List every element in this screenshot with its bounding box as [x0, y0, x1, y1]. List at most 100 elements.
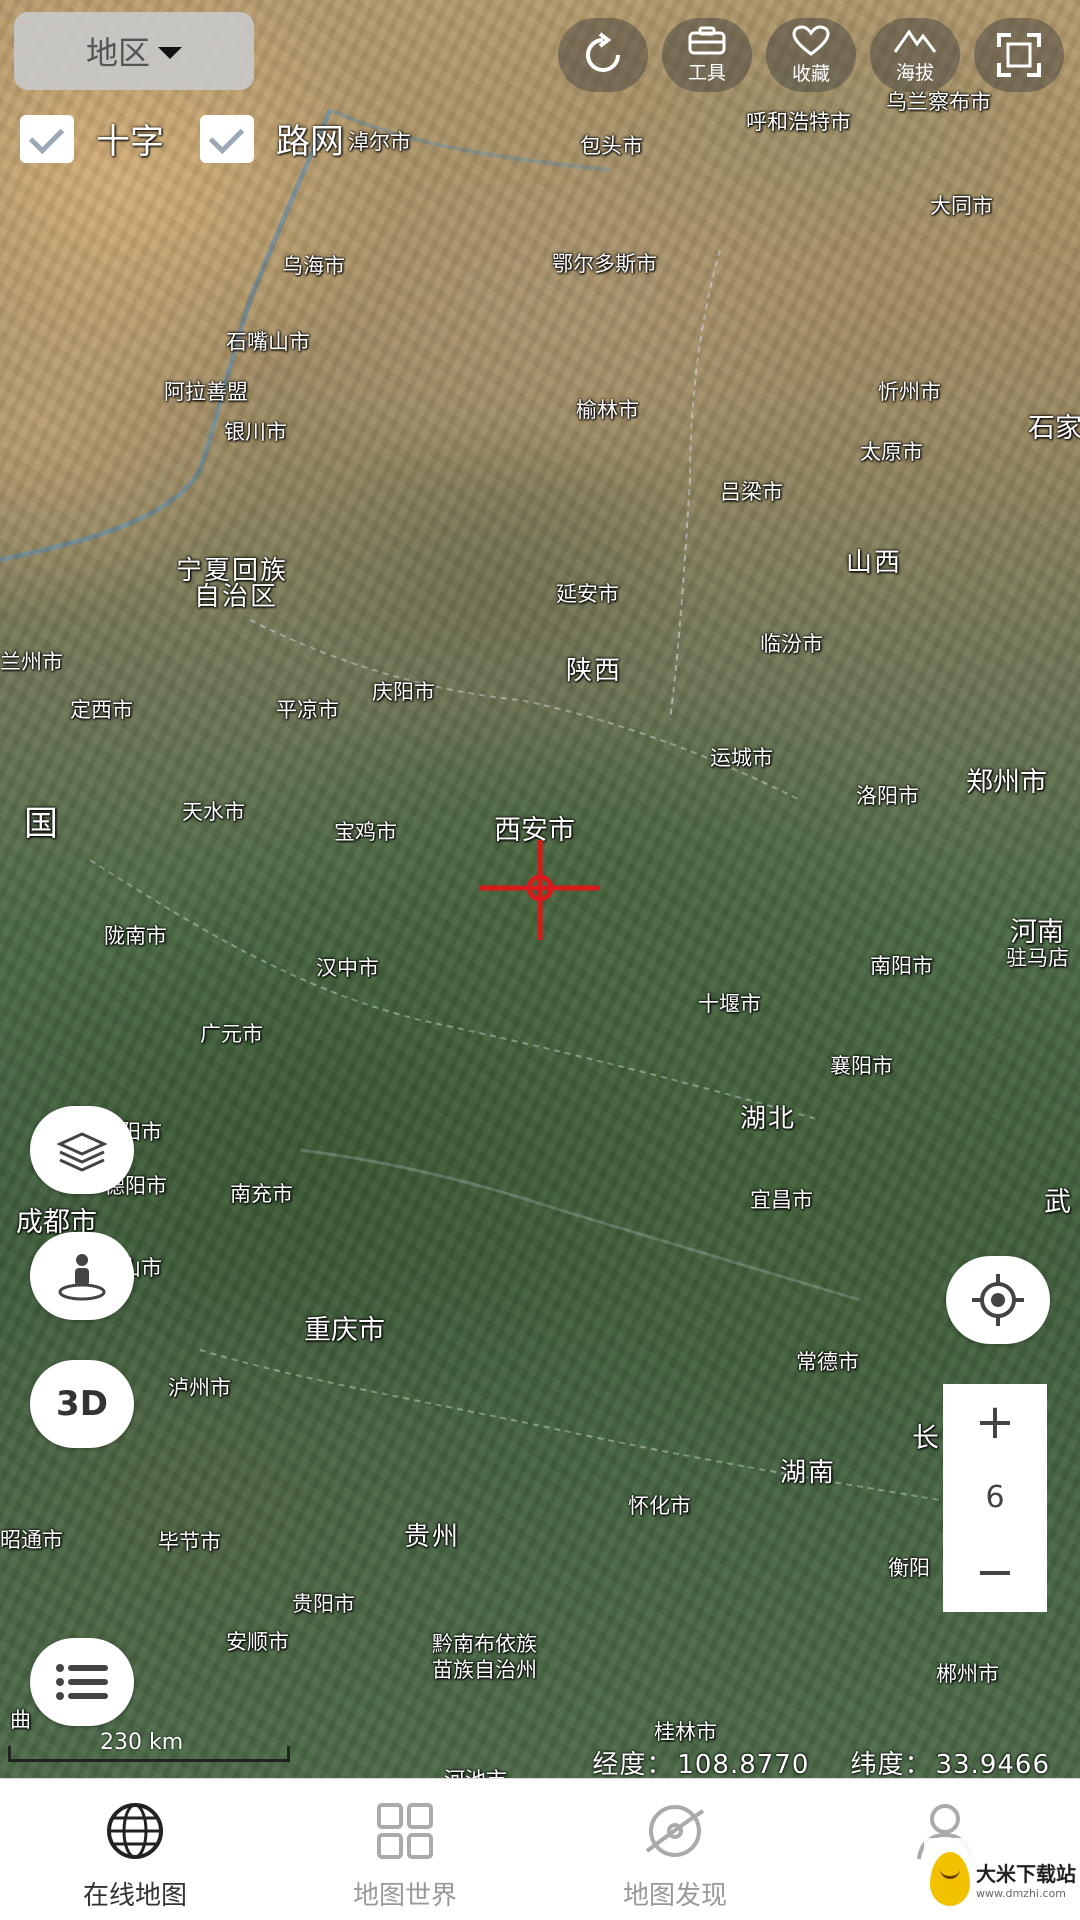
locate-button[interactable] — [946, 1256, 1050, 1344]
nav-online-map-label: 在线地图 — [82, 1881, 187, 1911]
locate-icon — [972, 1274, 1024, 1326]
zoom-level: 6 — [985, 1479, 1005, 1515]
map-label: 吕梁市 — [720, 480, 783, 504]
refresh-button[interactable] — [558, 18, 648, 92]
map-label: 十堰市 — [698, 992, 761, 1016]
crosshair-marker — [480, 840, 600, 940]
heart-icon — [792, 24, 830, 56]
map-label: 临汾市 — [760, 632, 823, 656]
crosshair-toggle-label: 十字 — [96, 122, 164, 162]
map-label: 广元市 — [200, 1022, 263, 1046]
map-label: 贵州 — [404, 1522, 461, 1552]
favorites-button[interactable]: 收藏 — [766, 18, 856, 92]
map-label: 庆阳市 — [372, 680, 435, 704]
map-label: 乌海市 — [282, 254, 345, 278]
map-label: 驻马店 — [1006, 946, 1069, 970]
tools-button-label: 工具 — [687, 61, 726, 84]
map-label: 宝鸡市 — [334, 820, 397, 844]
grid-icon — [377, 1803, 433, 1859]
map-label: 国 — [24, 804, 58, 844]
map-label: 呼和浩特市 — [746, 110, 851, 134]
map-label: 淖尔市 — [348, 130, 411, 154]
map-label: 衡阳 — [888, 1556, 930, 1580]
3d-view-button[interactable]: 3D — [30, 1360, 134, 1448]
mountain-icon — [893, 28, 937, 53]
map-label: 河池市 — [444, 1764, 507, 1778]
menu-button[interactable] — [30, 1638, 134, 1726]
map-label: 天水市 — [182, 800, 245, 824]
map-label: 南阳市 — [870, 954, 933, 978]
map-label: 安顺市 — [226, 1630, 289, 1654]
longitude-value: 108.8770 — [677, 1750, 810, 1780]
road-network-checkbox[interactable] — [200, 114, 254, 163]
map-label: 长 — [912, 1423, 939, 1454]
region-dropdown[interactable]: 地区 — [14, 12, 254, 90]
map-label: 苗族自治州 — [432, 1658, 537, 1682]
layers-button[interactable] — [30, 1106, 134, 1194]
region-label: 地区 — [85, 34, 150, 72]
map-label: 洛阳市 — [856, 784, 919, 808]
caret-down-icon — [158, 47, 182, 59]
map-label: 毕节市 — [158, 1530, 221, 1554]
longitude-label: 经度： — [592, 1750, 674, 1780]
map-label: 汉中市 — [316, 956, 379, 980]
map-label: 自治区 — [194, 582, 279, 612]
elevation-button-label: 海拔 — [895, 61, 934, 84]
map-label: 运城市 — [710, 746, 773, 770]
map-label: 桂林市 — [654, 1720, 717, 1744]
street-view-button[interactable] — [30, 1232, 134, 1320]
compass-icon — [645, 1805, 705, 1857]
bottom-navigation: 在线地图 地图世界 地图发现 个 — [0, 1778, 1080, 1920]
map-label: 陇南市 — [104, 924, 167, 948]
map-label: 榆林市 — [576, 398, 639, 422]
map-label: 湖南 — [780, 1458, 837, 1488]
crosshair-toggle[interactable]: 十字 — [20, 114, 164, 163]
fullscreen-button[interactable] — [974, 18, 1064, 92]
layers-icon — [56, 1132, 108, 1172]
map-label: 武 — [1044, 1187, 1071, 1218]
map-label: 昭通市 — [0, 1528, 63, 1552]
zoom-in-button[interactable]: + — [975, 1396, 1015, 1448]
scale-bar: 230 km — [8, 1728, 290, 1768]
map-label: 太原市 — [860, 440, 923, 464]
map-label: 石嘴山市 — [226, 330, 310, 354]
zoom-control: + 6 − — [943, 1384, 1047, 1612]
map-label: 银川市 — [224, 420, 287, 444]
watermark-title: 大米下载站 — [976, 1862, 1076, 1886]
favorites-button-label: 收藏 — [791, 62, 830, 85]
mascot-icon — [930, 1852, 970, 1906]
watermark-url: www.dmzhi.com — [976, 1887, 1066, 1900]
road-network-toggle[interactable]: 路网 — [200, 114, 344, 163]
fullscreen-icon — [997, 33, 1041, 77]
map-label: 襄阳市 — [830, 1054, 893, 1078]
scale-text: 230 km — [100, 1730, 184, 1755]
zoom-out-button[interactable]: − — [975, 1546, 1015, 1598]
list-icon — [56, 1664, 108, 1700]
map-label: 湖北 — [740, 1104, 797, 1134]
map-label: 陕西 — [566, 656, 623, 686]
latitude-label: 纬度： — [850, 1750, 932, 1780]
map-label: 贵阳市 — [292, 1592, 355, 1616]
tools-button[interactable]: 工具 — [662, 18, 752, 92]
nav-map-world[interactable]: 地图世界 — [270, 1779, 540, 1920]
map-label: 定西市 — [70, 698, 133, 722]
map-label: 南充市 — [230, 1182, 293, 1206]
map-label: 阿拉善盟 — [164, 380, 248, 404]
map-label: 郑州市 — [966, 767, 1047, 798]
watermark-logo: 大米下载站 www.dmzhi.com — [924, 1838, 1080, 1920]
map-label: 平凉市 — [276, 698, 339, 722]
elevation-button[interactable]: 海拔 — [870, 18, 960, 92]
map-label: 鄂尔多斯市 — [552, 252, 657, 276]
map-label: 怀化市 — [628, 1494, 691, 1518]
map-label: 山西 — [846, 548, 903, 578]
crosshair-checkbox[interactable] — [20, 114, 74, 163]
road-network-toggle-label: 路网 — [276, 122, 344, 162]
map-label: 兰州市 — [0, 650, 63, 674]
nav-map-discover[interactable]: 地图发现 — [540, 1779, 810, 1920]
3d-view-label: 3D — [56, 1384, 108, 1424]
map-label: 重庆市 — [304, 1315, 385, 1346]
nav-online-map[interactable]: 在线地图 — [0, 1779, 270, 1920]
coordinates-readout: 经度： 108.8770 纬度： 33.9466 — [588, 1744, 1050, 1781]
map-label: 郴州市 — [936, 1662, 999, 1686]
refresh-icon — [586, 32, 620, 72]
